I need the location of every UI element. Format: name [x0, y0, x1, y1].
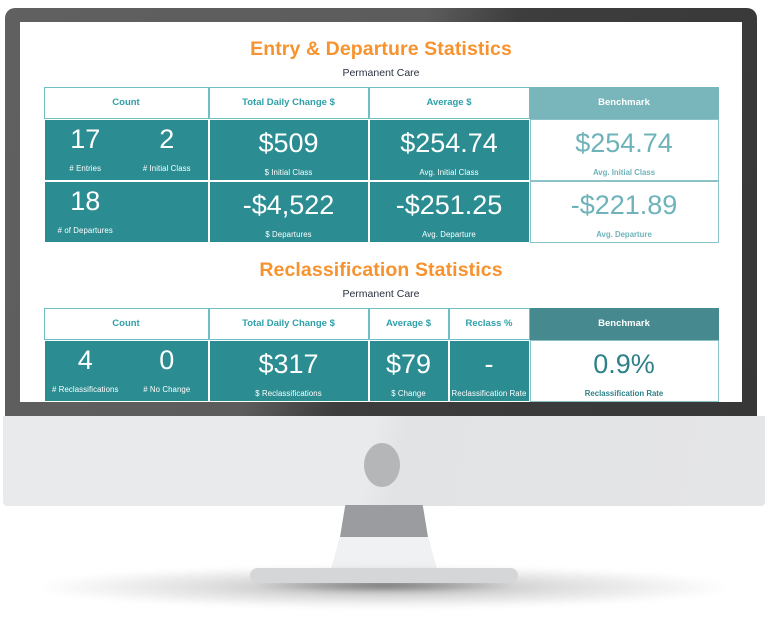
metric-value: 0.9% — [593, 348, 655, 379]
cell-reclassification-rate[interactable]: - Reclassification Rate — [448, 339, 530, 402]
metric-value: - — [484, 348, 494, 379]
cell-total-initial-class[interactable]: $509 $ Initial Class — [208, 118, 369, 181]
entry-departure-table: Count Total Daily Change $ Average $ Ben… — [43, 86, 719, 243]
cell-count-entries[interactable]: 17 # Entries 2 # Initial Class — [43, 118, 209, 181]
cell-total-departures[interactable]: -$4,522 $ Departures — [208, 180, 369, 243]
cell-avg-departure[interactable]: -$251.25 Avg. Departure — [368, 180, 530, 243]
column-header-average[interactable]: Average $ — [368, 307, 449, 340]
metric-label: Reclassification Rate — [584, 388, 664, 398]
column-header-benchmark[interactable]: Benchmark — [529, 307, 719, 340]
metric-value: 4 — [77, 344, 93, 375]
metric-label: # No Change — [143, 384, 191, 394]
metric-reclassifications: 4 # Reclassifications — [45, 341, 127, 401]
metric-label: $ Change — [391, 388, 426, 398]
metric-value: 18 — [70, 185, 101, 216]
monitor-logo-icon — [364, 443, 400, 487]
column-header-total-daily-change[interactable]: Total Daily Change $ — [208, 86, 369, 119]
metric-value: $79 — [385, 348, 432, 379]
metric-value: 17 — [70, 123, 101, 154]
reclassification-table: Count Total Daily Change $ Average $ Rec… — [43, 307, 719, 402]
metric-value: 2 — [159, 123, 175, 154]
metric-label: # Reclassifications — [52, 384, 119, 394]
cell-benchmark-avg-initial-class[interactable]: $254.74 Avg. Initial Class — [529, 118, 719, 181]
metric-initial-class-count: 2 # Initial Class — [126, 120, 208, 180]
cell-benchmark-avg-departure[interactable]: -$221.89 Avg. Departure — [529, 180, 719, 243]
screenshot-root: Entry & Departure Statistics Permanent C… — [0, 0, 768, 624]
metric-no-change: 0 # No Change — [126, 341, 208, 401]
table-row: 4 # Reclassifications 0 # No Change $317… — [43, 339, 719, 402]
cell-avg-change[interactable]: $79 $ Change — [368, 339, 449, 402]
table-header-row: Count Total Daily Change $ Average $ Ben… — [43, 86, 719, 119]
section-title-entry-departure: Entry & Departure Statistics — [250, 38, 512, 60]
cell-count-departures[interactable]: 18 # of Departures — [43, 180, 209, 243]
cell-avg-initial-class[interactable]: $254.74 Avg. Initial Class — [368, 118, 530, 181]
metric-label: Reclassification Rate — [451, 388, 527, 398]
cell-count-reclassifications[interactable]: 4 # Reclassifications 0 # No Change — [43, 339, 209, 402]
metric-label: $ Reclassifications — [255, 388, 322, 398]
dashboard-content: Entry & Departure Statistics Permanent C… — [20, 22, 742, 402]
metric-label: Avg. Initial Class — [419, 167, 479, 177]
table-row: 18 # of Departures -$4,522 $ Departures — [43, 180, 719, 243]
metric-value: $509 — [258, 127, 319, 158]
column-header-count[interactable]: Count — [43, 307, 209, 340]
metric-label: $ Initial Class — [264, 167, 313, 177]
metric-label: Avg. Departure — [596, 229, 652, 239]
metric-value: -$251.25 — [395, 189, 503, 220]
column-header-reclass-percent[interactable]: Reclass % — [448, 307, 530, 340]
table-header-row: Count Total Daily Change $ Average $ Rec… — [43, 307, 719, 340]
metric-label: Avg. Initial Class — [592, 167, 656, 177]
section-subtitle-entry-departure: Permanent Care — [342, 67, 420, 80]
metric-value: $317 — [258, 348, 319, 379]
metric-label: $ Departures — [265, 229, 312, 239]
monitor-stand-upper — [340, 505, 428, 537]
column-header-total-daily-change[interactable]: Total Daily Change $ — [208, 307, 369, 340]
desktop-monitor-mockup: Entry & Departure Statistics Permanent C… — [0, 0, 768, 624]
cell-benchmark-reclassification-rate[interactable]: 0.9% Reclassification Rate — [529, 339, 719, 402]
column-header-benchmark[interactable]: Benchmark — [529, 86, 719, 119]
column-header-count[interactable]: Count — [43, 86, 209, 119]
section-title-reclassification: Reclassification Statistics — [259, 258, 503, 281]
metric-label: # of Departures — [57, 225, 113, 235]
monitor-base — [250, 568, 518, 583]
metric-value: $254.74 — [400, 127, 498, 158]
metric-entries: 17 # Entries — [45, 120, 127, 180]
metric-value: -$221.89 — [570, 189, 678, 220]
metric-value: $254.74 — [575, 127, 673, 158]
section-subtitle-reclassification: Permanent Care — [342, 288, 420, 301]
monitor-screen: Entry & Departure Statistics Permanent C… — [20, 22, 742, 402]
table-row: 17 # Entries 2 # Initial Class $509 $ In… — [43, 118, 719, 181]
cell-total-reclassifications[interactable]: $317 $ Reclassifications — [208, 339, 369, 402]
metric-label: # Initial Class — [142, 163, 191, 173]
metric-value: -$4,522 — [242, 189, 335, 220]
metric-empty — [126, 182, 208, 242]
metric-label: Avg. Departure — [422, 229, 476, 239]
column-header-average[interactable]: Average $ — [368, 86, 530, 119]
metric-departures: 18 # of Departures — [45, 182, 127, 242]
metric-label: # Entries — [69, 163, 102, 173]
metric-value: 0 — [159, 344, 175, 375]
